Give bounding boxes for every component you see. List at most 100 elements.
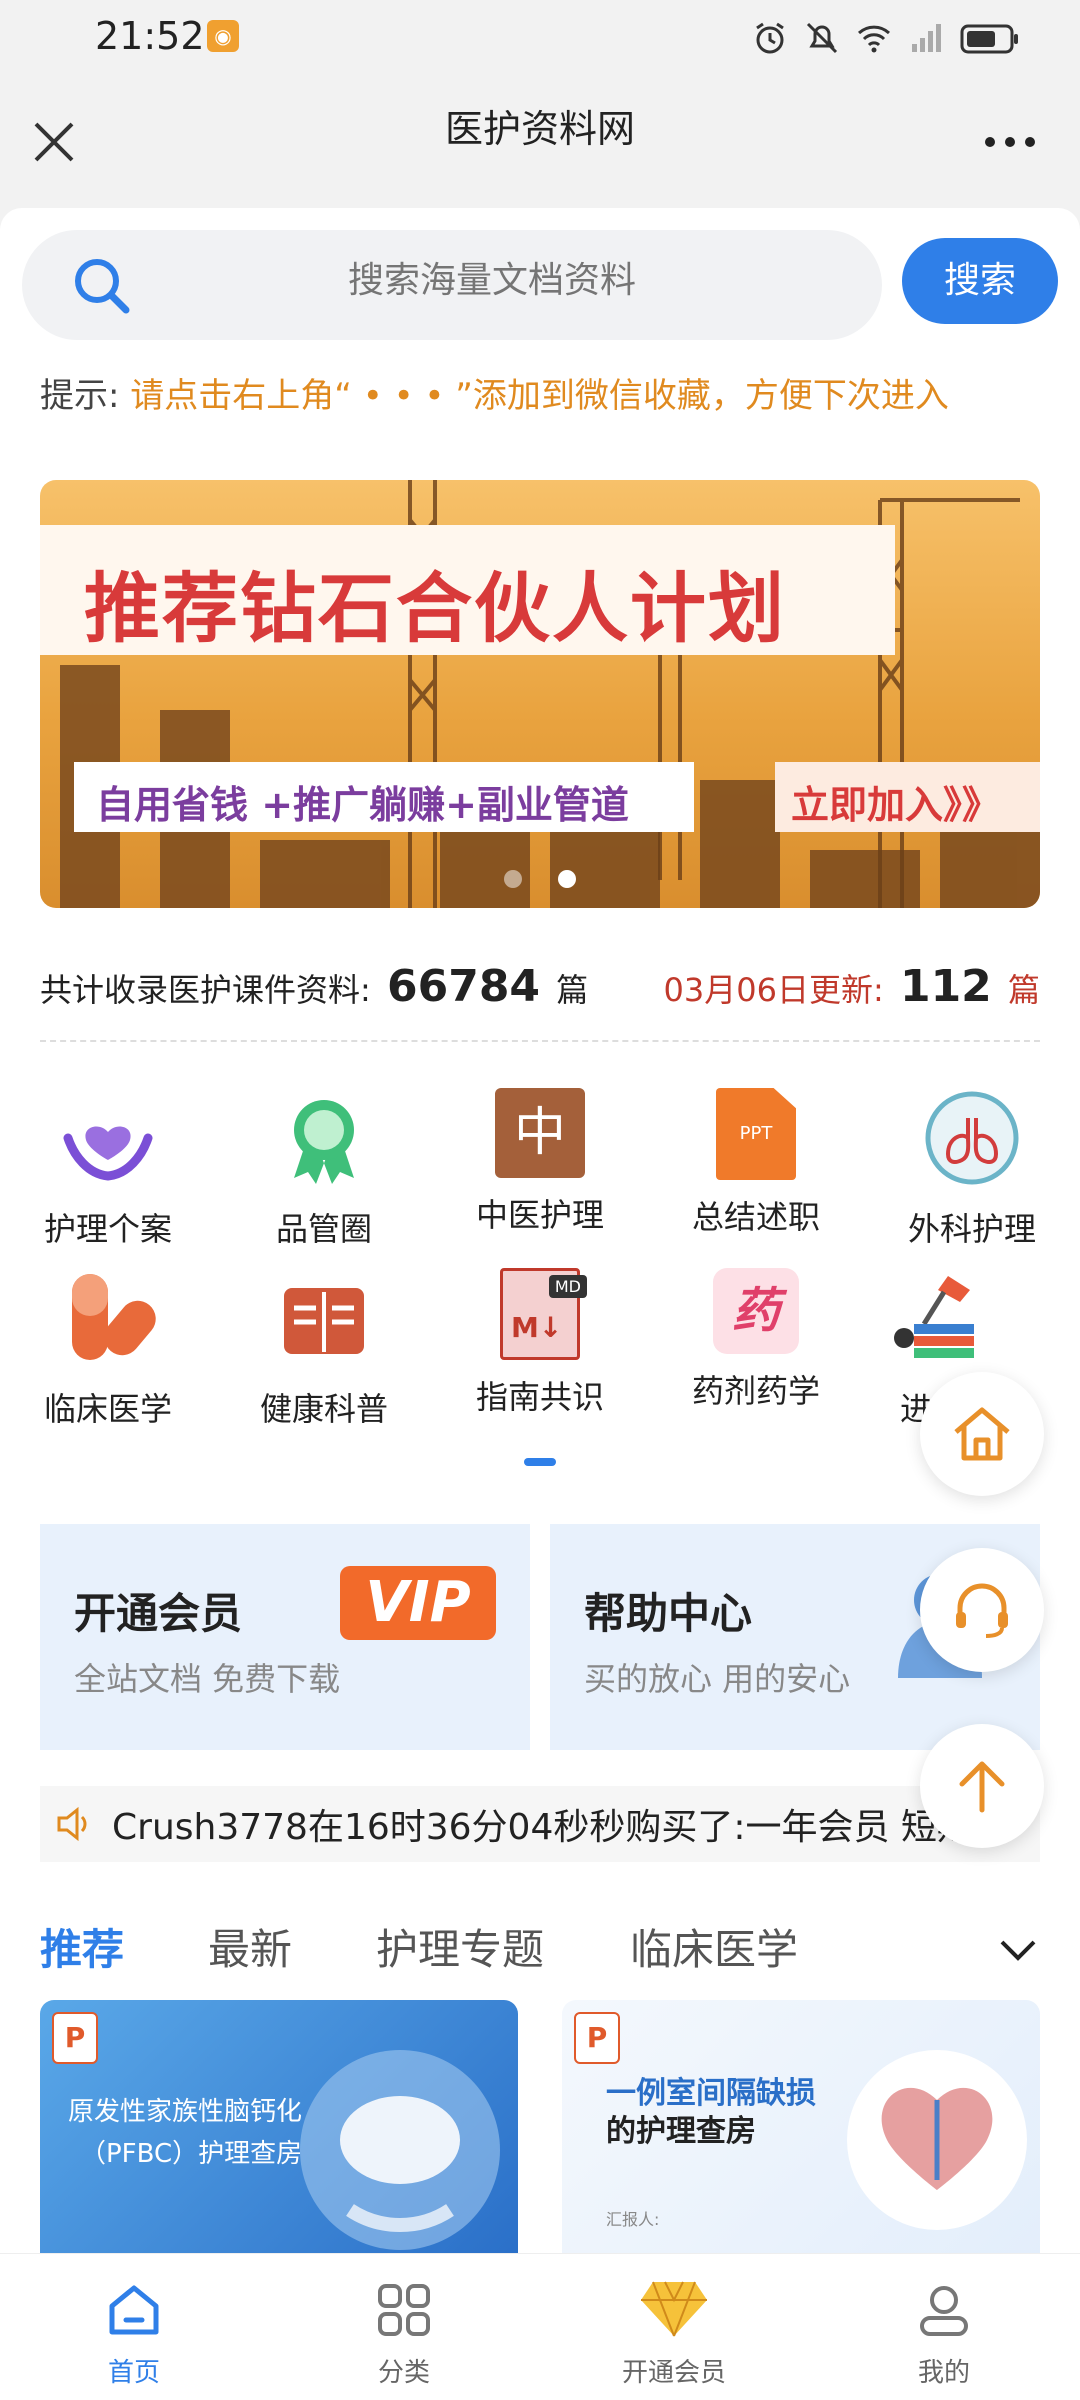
category-clinical-medicine[interactable]: 临床医学 <box>8 1268 208 1428</box>
wifi-icon <box>857 25 891 53</box>
alarm-icon <box>756 22 784 54</box>
banner-subtitle: 自用省钱 +推广躺赚+副业管道 <box>96 783 629 827</box>
category-label: 中医护理 <box>475 1196 604 1234</box>
tip-label: 提示: <box>40 376 120 416</box>
tab-nursing-topics[interactable]: 护理专题 <box>376 1916 544 1977</box>
banner-dot[interactable] <box>504 870 522 888</box>
brain-illustration <box>300 2050 500 2250</box>
zhong-icon: 中 <box>495 1088 585 1178</box>
help-card-title: 帮助中心 <box>584 1589 753 1638</box>
tab-recommend[interactable]: 推荐 <box>40 1916 124 1977</box>
nav-membership[interactable]: 开通会员 <box>574 2254 774 2400</box>
stats-row: 共计收录医护课件资料: 66784 篇 03月06日更新: 112 篇 <box>40 953 1040 1013</box>
category-summary-reports[interactable]: PPT 总结述职 <box>656 1088 856 1248</box>
page-content: 搜索 提示: 请点击右上角“ • • • ”添加到微信收藏，方便下次进入 <box>0 208 1080 2253</box>
search-icon <box>75 259 130 314</box>
category-quality-circle[interactable]: 品管圈 <box>224 1088 424 1248</box>
vip-badge-icon: VIP <box>340 1566 496 1640</box>
category-label: 健康科普 <box>259 1390 388 1428</box>
md-file-icon: MD M↓ <box>500 1268 587 1360</box>
nav-label: 首页 <box>107 2358 160 2388</box>
arrow-up-icon <box>959 1761 1005 1813</box>
vip-card[interactable]: 开通会员 全站文档 免费下载 VIP <box>40 1524 530 1750</box>
tab-clinical-medicine[interactable]: 临床医学 <box>630 1916 798 1977</box>
ppt-file-icon: PPT <box>716 1088 796 1180</box>
heart-illustration <box>847 2050 1027 2230</box>
category-label: 临床医学 <box>43 1390 172 1428</box>
update-stats: 03月06日更新: 112 篇 <box>664 961 1040 1012</box>
capsule-icon <box>72 1274 156 1360</box>
update-count: 112 <box>899 961 992 1012</box>
total-count: 66784 <box>386 961 541 1012</box>
category-page-indicator <box>524 1458 556 1466</box>
category-label: 品管圈 <box>275 1210 372 1248</box>
heart-hands-icon <box>63 1126 153 1181</box>
md-glyph: M↓ <box>511 1311 563 1344</box>
banner-subtitle-box: 自用省钱 +推广躺赚+副业管道 <box>74 762 694 832</box>
yao-icon: 药 <box>713 1268 799 1354</box>
vip-card-title: 开通会员 <box>74 1589 243 1638</box>
search-input[interactable] <box>182 260 802 301</box>
tabs-fade <box>930 1908 990 1988</box>
thumbnail-title-line2: 的护理查房 <box>606 2114 756 2149</box>
more-options-icon[interactable] <box>980 130 1040 154</box>
status-bar: 21:52 ◉ <box>0 0 1080 80</box>
nav-home[interactable]: 首页 <box>34 2254 234 2400</box>
banner-title-box: 推荐钻石合伙人计划 <box>40 525 895 655</box>
home-float-button[interactable] <box>920 1372 1044 1496</box>
search-box[interactable] <box>22 230 882 340</box>
banner-title: 推荐钻石合伙人计划 <box>84 564 786 653</box>
nav-label: 我的 <box>917 2358 970 2388</box>
grid-icon <box>378 2284 430 2336</box>
category-pharmacy[interactable]: 药 药剂药学 <box>656 1268 856 1428</box>
back-to-top-button[interactable] <box>920 1724 1044 1848</box>
category-health-science[interactable]: 健康科普 <box>224 1268 424 1428</box>
status-icons <box>752 20 1020 56</box>
doc-thumbnail[interactable]: P 一例室间隔缺损 的护理查房 汇报人: <box>562 2000 1040 2253</box>
nav-label: 分类 <box>377 2358 430 2388</box>
desk-lamp-icon <box>894 1276 974 1358</box>
user-icon <box>920 2286 968 2336</box>
signal-icon <box>912 24 941 52</box>
content-tabs: 推荐 最新 护理专题 临床医学 <box>40 1908 1040 1988</box>
category-label: 护理个案 <box>43 1210 172 1248</box>
promo-banner[interactable]: 推荐钻石合伙人计划 自用省钱 +推广躺赚+副业管道 立即加入》》 <box>40 480 1040 908</box>
category-label: 外科护理 <box>907 1210 1036 1248</box>
nav-label: 开通会员 <box>621 2358 726 2388</box>
category-guidelines[interactable]: MD M↓ 指南共识 <box>440 1268 640 1428</box>
total-stats: 共计收录医护课件资料: 66784 篇 <box>40 961 588 1012</box>
nav-profile[interactable]: 我的 <box>844 2254 1044 2400</box>
banner-pagination <box>40 870 1040 892</box>
tab-latest[interactable]: 最新 <box>208 1916 292 1977</box>
thumbnail-title-line1: 一例室间隔缺损 <box>606 2076 816 2111</box>
lungs-icon <box>925 1091 1019 1185</box>
banner-join-button[interactable]: 立即加入》》 <box>775 762 1040 832</box>
category-surgical-nursing[interactable]: 外科护理 <box>872 1088 1072 1248</box>
doc-thumbnail[interactable]: P 原发性家族性脑钙化 （PFBC）护理查房 <box>40 2000 518 2253</box>
customer-service-button[interactable] <box>920 1548 1044 1672</box>
chevron-down-icon[interactable] <box>996 1928 1040 1972</box>
banner-dot-active[interactable] <box>558 870 576 888</box>
category-tcm-nursing[interactable]: 中 中医护理 <box>440 1088 640 1248</box>
help-card-subtitle: 买的放心 用的安心 <box>584 1660 851 1698</box>
category-label: 指南共识 <box>475 1378 604 1416</box>
tip-text: 请点击右上角“ • • • ”添加到微信收藏，方便下次进入 <box>130 376 949 416</box>
category-nursing-cases[interactable]: 护理个案 <box>8 1088 208 1248</box>
battery-icon <box>960 24 1018 54</box>
category-label: 药剂药学 <box>691 1372 820 1410</box>
speaker-icon <box>57 1806 87 1842</box>
bottom-nav: 首页 分类 开通会员 我的 <box>0 2253 1080 2400</box>
nav-category[interactable]: 分类 <box>304 2254 504 2400</box>
status-time: 21:52 <box>95 14 205 58</box>
update-unit: 篇 <box>1007 971 1040 1009</box>
book-icon <box>284 1288 364 1354</box>
search-row: 搜索 <box>22 230 1058 340</box>
md-tag: MD <box>548 1275 587 1298</box>
vip-card-subtitle: 全站文档 免费下载 <box>74 1660 341 1698</box>
award-ribbon-icon <box>294 1100 354 1184</box>
app-notification-icon: ◉ <box>207 20 239 52</box>
search-button[interactable]: 搜索 <box>902 238 1058 324</box>
home-outline-icon <box>954 1407 1010 1461</box>
favorite-tip: 提示: 请点击右上角“ • • • ”添加到微信收藏，方便下次进入 <box>40 368 1080 428</box>
thumbnail-footer: 汇报人: <box>606 2210 660 2229</box>
